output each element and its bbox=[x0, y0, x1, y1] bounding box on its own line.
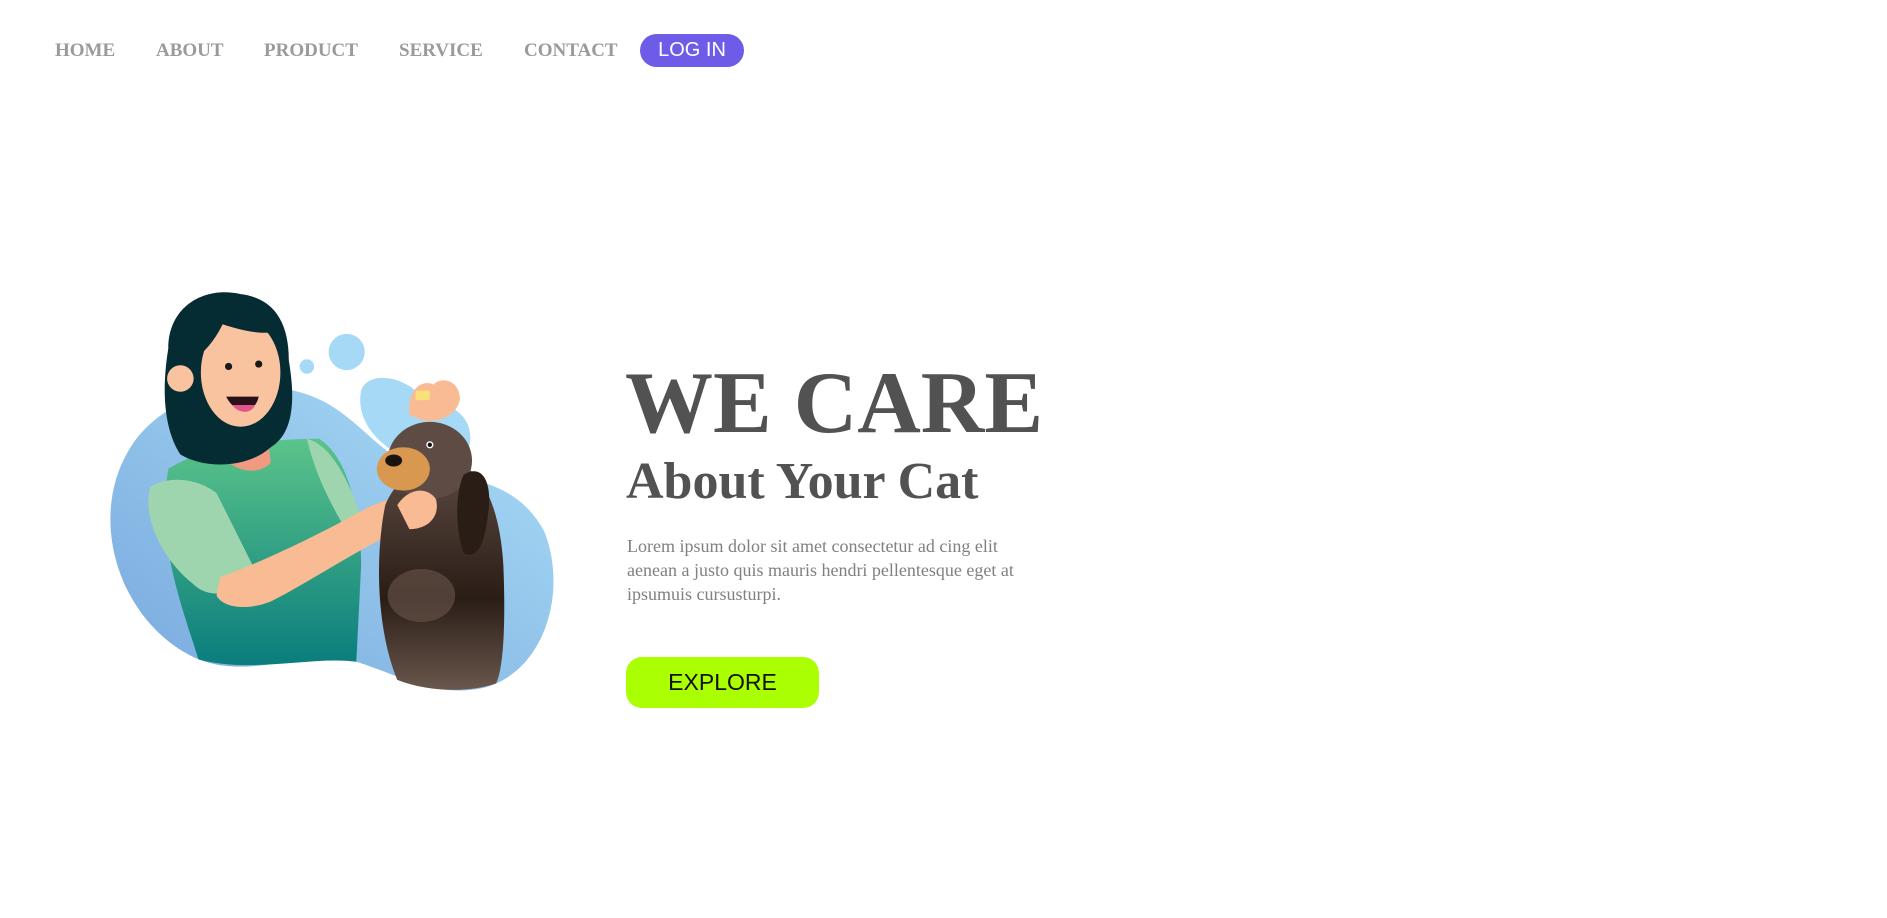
nav-home[interactable]: HOME bbox=[55, 40, 115, 62]
bubble-small bbox=[299, 359, 315, 374]
hero-title: WE CARE bbox=[625, 355, 1044, 452]
hero-description: Lorem ipsum dolor sit amet consectetur a… bbox=[627, 536, 1014, 604]
bubble-large bbox=[328, 333, 365, 371]
nav-about[interactable]: ABOUT bbox=[156, 40, 224, 62]
hero-illustration bbox=[110, 292, 554, 691]
login-button[interactable]: LOG IN bbox=[640, 34, 744, 67]
explore-button[interactable]: EXPLORE bbox=[626, 657, 819, 708]
nav-product[interactable]: PRODUCT bbox=[264, 40, 358, 62]
nav-contact[interactable]: CONTACT bbox=[524, 40, 618, 62]
nav-service[interactable]: SERVICE bbox=[399, 40, 483, 62]
hero-subtitle: About Your Cat bbox=[626, 453, 979, 510]
